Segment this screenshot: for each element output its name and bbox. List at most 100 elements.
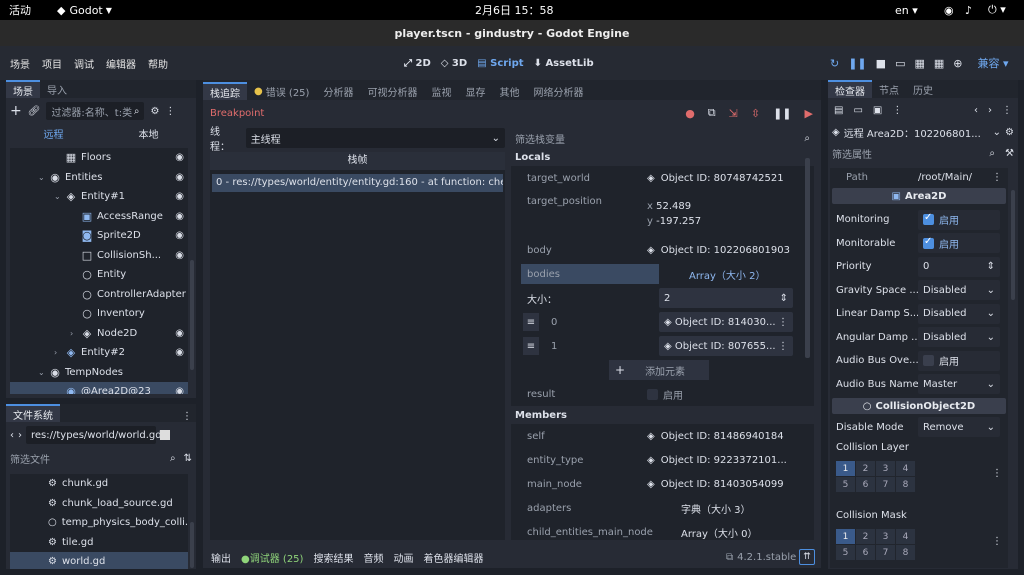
stack-frame-item[interactable]: 0 - res://types/world/entity/entity.gd:1… bbox=[212, 174, 503, 192]
movie-icon[interactable]: ▦ bbox=[914, 57, 924, 70]
more-icon[interactable]: ⋮ bbox=[165, 106, 175, 117]
chevron-down-icon[interactable]: ⌄ bbox=[993, 127, 1001, 138]
layer-cell[interactable]: 5 bbox=[836, 477, 855, 492]
add-node-icon[interactable]: + bbox=[10, 103, 22, 119]
menu-help[interactable]: 帮助 bbox=[148, 56, 168, 71]
network-icon[interactable]: ◉ bbox=[944, 4, 954, 17]
tab-errors[interactable]: ● 错误 (25) bbox=[247, 82, 316, 100]
workspace-3d-button[interactable]: ◇ 3D bbox=[441, 58, 467, 69]
thread-select[interactable]: 主线程 ⌄ bbox=[245, 128, 505, 148]
file-item[interactable]: ⚙ chunk.gd bbox=[10, 474, 188, 494]
array-element[interactable]: ◈ Object ID: 807655... ⋮ bbox=[659, 336, 793, 356]
checkbox[interactable] bbox=[923, 355, 934, 367]
file-item[interactable]: ⚙ chunk_load_source.gd bbox=[10, 494, 188, 514]
back-icon[interactable]: ‹ bbox=[974, 105, 978, 116]
more-icon[interactable]: ⋮ bbox=[778, 317, 788, 328]
layer-cell[interactable]: 8 bbox=[896, 477, 915, 492]
visibility-eye-icon[interactable]: ◉ bbox=[175, 250, 184, 261]
filter-properties-input[interactable]: 筛选属性 bbox=[832, 146, 872, 161]
renderer-select[interactable]: 兼容 ▾ bbox=[978, 55, 1009, 71]
scene-tree-node[interactable]: ▣ AccessRange ◉ bbox=[10, 207, 188, 227]
variable-row[interactable]: + 添加元素 bbox=[511, 358, 814, 382]
layer-cell[interactable]: 6 bbox=[856, 477, 875, 492]
layer-cell[interactable]: 1 bbox=[836, 529, 855, 544]
scene-tree-node[interactable]: ⌄ ◉ TempNodes bbox=[10, 363, 188, 383]
layer-cell[interactable]: 7 bbox=[876, 545, 895, 560]
layer-cell[interactable]: 2 bbox=[856, 529, 875, 544]
tab-import[interactable]: 导入 bbox=[40, 80, 74, 98]
vector-y[interactable]: -197.257 bbox=[656, 216, 701, 227]
scene-tree-node[interactable]: › ◈ Entity#2 ◉ bbox=[10, 343, 188, 363]
expand-arrow-icon[interactable]: ⌄ bbox=[38, 368, 48, 377]
visibility-eye-icon[interactable]: ◉ bbox=[175, 191, 184, 202]
tab-node[interactable]: 节点 bbox=[872, 80, 906, 98]
local-tab[interactable]: 本地 bbox=[101, 126, 196, 141]
zoom-icon[interactable]: ⊕ bbox=[953, 57, 962, 70]
expand-arrow-icon[interactable]: › bbox=[54, 348, 64, 357]
scene-scrollbar[interactable] bbox=[190, 260, 194, 370]
menu-project[interactable]: 项目 bbox=[42, 56, 62, 71]
tab-visual-profiler[interactable]: 可视分析器 bbox=[360, 82, 424, 100]
array-toggle[interactable]: Array（大小 2） bbox=[689, 267, 765, 282]
chevron-down-icon[interactable]: ⌄ bbox=[987, 332, 995, 343]
chevron-down-icon[interactable]: ⌄ bbox=[987, 285, 995, 296]
tab-inspector[interactable]: 检查器 bbox=[828, 80, 872, 98]
layer-cell[interactable]: 3 bbox=[876, 529, 895, 544]
array-size-spin[interactable]: 2 ⇕ bbox=[659, 288, 793, 308]
variable-row[interactable]: ≡ 1 ◈ Object ID: 807655... ⋮ bbox=[511, 334, 814, 358]
layer-cell[interactable]: 4 bbox=[896, 529, 915, 544]
var-value[interactable]: Object ID: 102206801903 bbox=[661, 245, 790, 256]
result-checkbox[interactable] bbox=[647, 388, 658, 400]
layer-cell[interactable]: 2 bbox=[856, 461, 875, 476]
layer-cell[interactable]: 5 bbox=[836, 545, 855, 560]
continue-icon[interactable]: ▶ bbox=[805, 107, 813, 120]
volume-icon[interactable]: ♪ bbox=[965, 4, 972, 17]
filesystem-scrollbar[interactable] bbox=[190, 522, 194, 568]
property-value[interactable]: 0 ⇕ bbox=[918, 256, 1000, 277]
save-icon[interactable]: ▣ bbox=[873, 105, 882, 116]
tab-profiler[interactable]: 分析器 bbox=[316, 82, 360, 100]
reload-icon[interactable]: ↻ bbox=[830, 57, 839, 70]
visibility-eye-icon[interactable]: ◉ bbox=[175, 172, 184, 183]
scene-tree-node[interactable]: ○ Inventory bbox=[10, 304, 188, 324]
variable-row[interactable]: target_world ◈ Object ID: 80748742521 bbox=[511, 166, 814, 190]
var-value[interactable]: Object ID: 81486940184 bbox=[661, 431, 784, 442]
sort-icon[interactable]: ⇅ bbox=[184, 453, 192, 464]
checkbox[interactable] bbox=[923, 236, 934, 249]
property-value[interactable]: Disabled ⌄ bbox=[918, 303, 1000, 324]
tab-network-profiler[interactable]: 网络分析器 bbox=[526, 82, 590, 100]
forward-icon[interactable]: › bbox=[18, 430, 22, 441]
variable-row[interactable]: child_entities_main_node Array（大小 0） bbox=[511, 520, 814, 540]
filesystem-path-input[interactable]: res://types/world/world.gd bbox=[26, 426, 162, 444]
visibility-eye-icon[interactable]: ◉ bbox=[175, 328, 184, 339]
tab-monitors[interactable]: 监视 bbox=[424, 82, 458, 100]
expand-arrow-icon[interactable]: ⌄ bbox=[38, 173, 48, 182]
more-icon[interactable]: ⋮ bbox=[892, 105, 902, 116]
tab-misc[interactable]: 其他 bbox=[492, 82, 526, 100]
more-icon[interactable]: ⋮ bbox=[992, 536, 1002, 547]
split-view-icon[interactable] bbox=[160, 430, 170, 440]
visibility-eye-icon[interactable]: ◉ bbox=[175, 152, 184, 163]
tab-audio[interactable]: 音频 bbox=[363, 550, 383, 565]
vars-scrollbar[interactable] bbox=[805, 158, 810, 358]
record-icon[interactable]: ● bbox=[685, 107, 695, 120]
tab-scene[interactable]: 场景 bbox=[6, 80, 40, 98]
inspector-scrollbar[interactable] bbox=[1011, 190, 1015, 300]
remote-debug-icon[interactable]: ▭ bbox=[895, 57, 905, 70]
filter-vars-input[interactable]: 筛选栈变量 bbox=[515, 131, 565, 146]
vector-x[interactable]: 52.489 bbox=[656, 201, 691, 212]
property-value[interactable]: 启用 bbox=[918, 350, 1000, 371]
workspace-2d-button[interactable]: ⤢ 2D bbox=[404, 58, 431, 69]
scene-tree-node[interactable]: ◉ @Area2D@23 ◉ bbox=[10, 382, 188, 394]
variable-row[interactable]: adapters 字典（大小 3） bbox=[511, 496, 814, 520]
scene-tree-node[interactable]: ⌄ ◉ Entities ◉ bbox=[10, 168, 188, 188]
scene-tree-node[interactable]: ▦ Floors ◉ bbox=[10, 148, 188, 168]
file-item[interactable]: ○ temp_physics_body_colli... bbox=[10, 513, 188, 533]
tab-animation[interactable]: 动画 bbox=[393, 550, 413, 565]
var-value[interactable]: Object ID: 80748742521 bbox=[661, 173, 784, 184]
drag-handle-icon[interactable]: ≡ bbox=[523, 313, 539, 331]
tools-icon[interactable]: ⚙ bbox=[1005, 127, 1014, 138]
open-folder-icon[interactable]: ▭ bbox=[853, 105, 862, 116]
tab-history[interactable]: 历史 bbox=[906, 80, 940, 98]
variable-row[interactable]: body ◈ Object ID: 102206801903 bbox=[511, 238, 814, 262]
